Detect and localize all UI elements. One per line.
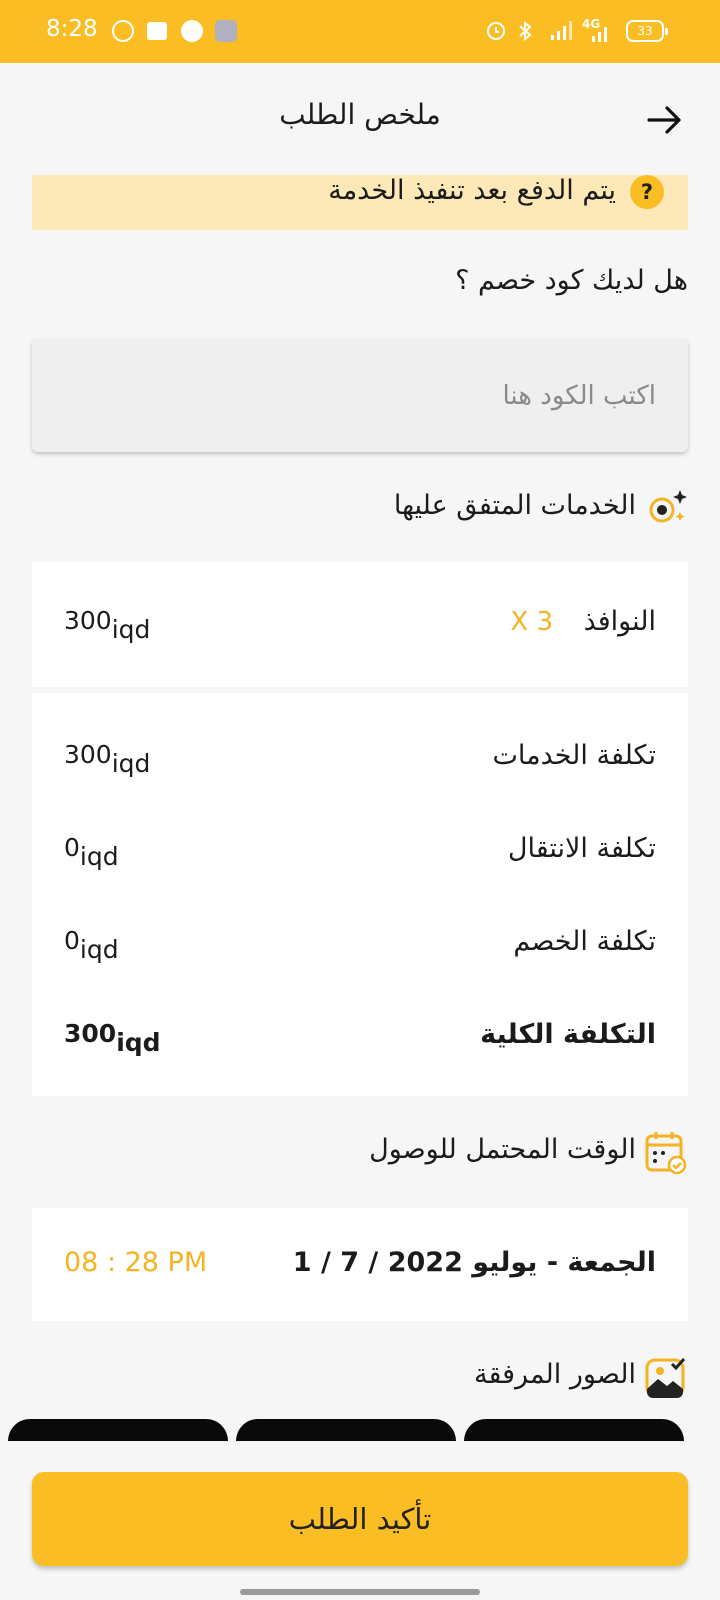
- payment-notice: ? يتم الدفع بعد تنفيذ الخدمة: [32, 175, 688, 230]
- arrival-section-header: الوقت المحتمل للوصول: [288, 1130, 688, 1174]
- total-cost-currency: iqd: [116, 1028, 161, 1057]
- service-cost-amount: 300: [64, 740, 112, 769]
- service-cost-label: تكلفة الخدمات: [492, 740, 656, 771]
- attachment-thumbnail[interactable]: [464, 1419, 684, 1441]
- transport-cost-label: تكلفة الانتقال: [507, 833, 656, 864]
- service-item-card: النوافذ X 3 300iqd: [32, 562, 688, 687]
- whatsapp-icon: [112, 20, 134, 42]
- transport-cost-value: 0iqd: [64, 833, 119, 871]
- services-title: الخدمات المتفق عليها: [393, 490, 636, 521]
- service-item-amount: 300iqd: [64, 606, 150, 644]
- attachment-thumbnail[interactable]: [8, 1419, 228, 1441]
- calendar-icon: [645, 1132, 687, 1174]
- arrival-time: 08 : 28 PM: [64, 1247, 208, 1278]
- arrival-title: الوقت المحتمل للوصول: [369, 1134, 636, 1165]
- arrival-card: الجمعة - يوليو 2022 / 7 / 1 08 : 28 PM: [32, 1208, 688, 1321]
- page-title: ملخص الطلب: [279, 98, 441, 131]
- discount-cost-value: 0iqd: [64, 926, 119, 964]
- signal-icon: [550, 18, 572, 44]
- discount-cost-amount: 0: [64, 926, 80, 955]
- service-item-amount-value: 300: [64, 606, 112, 635]
- settings-icon: [215, 20, 237, 42]
- image-attachment-icon: [645, 1358, 686, 1398]
- service-cost-currency: iqd: [111, 749, 151, 778]
- service-item-name: النوافذ: [583, 606, 656, 637]
- total-cost-amount: 300: [64, 1019, 117, 1048]
- bluetooth-icon: [517, 18, 535, 44]
- services-section-header: الخدمات المتفق عليها: [328, 486, 688, 530]
- total-cost-label: التكلفة الكلية: [480, 1019, 656, 1050]
- service-item-currency: iqd: [111, 615, 151, 644]
- notice-text: يتم الدفع بعد تنفيذ الخدمة: [328, 175, 616, 206]
- signal-4g-icon: [590, 18, 612, 44]
- question-icon: ?: [630, 175, 664, 209]
- transport-cost-amount: 0: [64, 833, 80, 862]
- confirm-order-button[interactable]: تأكيد الطلب: [32, 1472, 688, 1566]
- notification-icon: [147, 22, 167, 40]
- back-arrow-icon[interactable]: [645, 100, 685, 140]
- total-cost-value: 300iqd: [64, 1019, 161, 1057]
- service-cost-value: 300iqd: [64, 740, 150, 778]
- discount-cost-label: تكلفة الخصم: [513, 926, 656, 957]
- alarm-icon: [485, 18, 507, 44]
- transport-cost-currency: iqd: [79, 842, 119, 871]
- costs-card: تكلفة الخدمات 300iqd تكلفة الانتقال 0iqd…: [32, 693, 688, 1096]
- service-item-quantity: X 3: [510, 607, 553, 637]
- attachments-title: الصور المرفقة: [474, 1359, 636, 1390]
- battery-indicator: 33: [626, 20, 668, 42]
- discount-cost-currency: iqd: [79, 935, 119, 964]
- phone-icon: [181, 20, 203, 42]
- status-bar: 8:28 4G 33: [0, 0, 720, 63]
- attachment-thumbnail[interactable]: [236, 1419, 456, 1441]
- status-time: 8:28: [46, 16, 98, 42]
- services-gear-icon: [649, 490, 687, 523]
- arrival-date: الجمعة - يوليو 2022 / 7 / 1: [292, 1247, 656, 1278]
- home-indicator[interactable]: [240, 1589, 480, 1595]
- attachments-section-header: الصور المرفقة: [428, 1355, 688, 1399]
- discount-code-input[interactable]: [32, 339, 688, 452]
- discount-question: هل لديك كود خصم ؟: [455, 265, 688, 296]
